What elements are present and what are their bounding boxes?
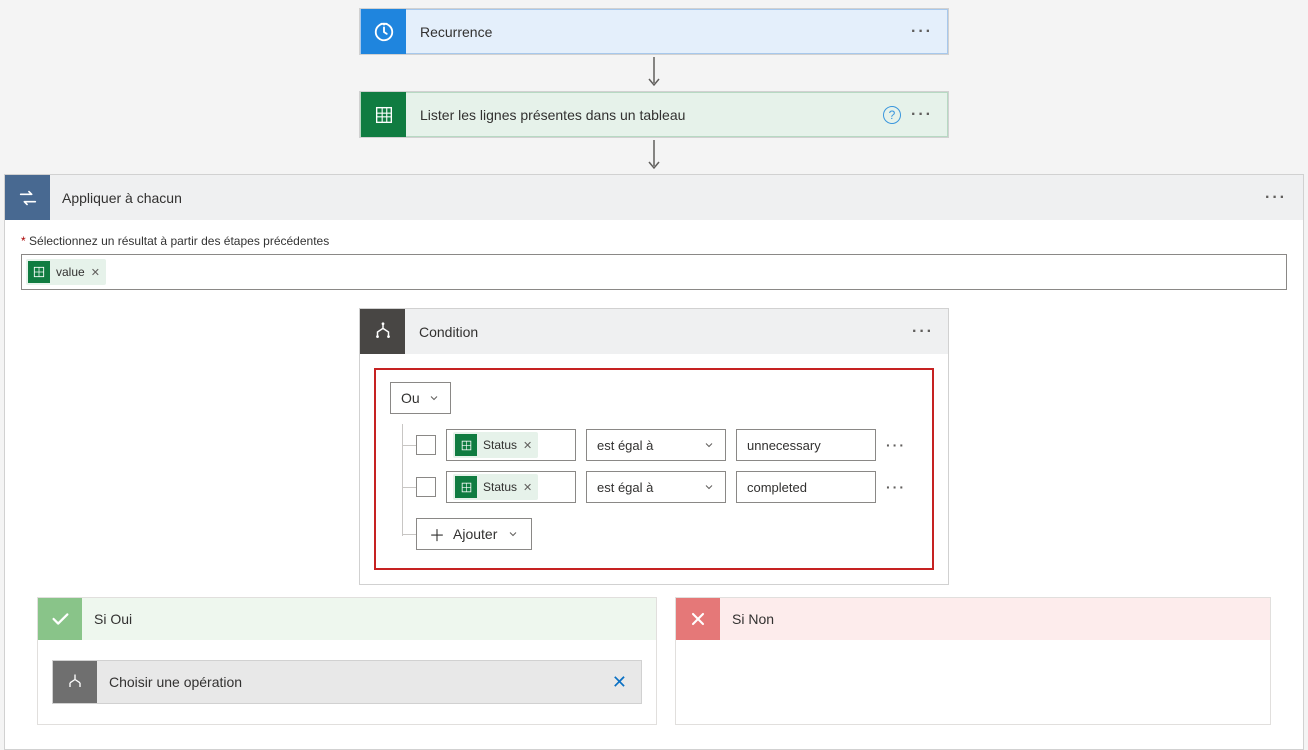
check-icon [38, 598, 82, 640]
token-remove-button[interactable]: ✕ [523, 481, 532, 494]
if-yes-branch: Si Oui Choisir une opération ✕ [37, 597, 657, 725]
excel-icon [455, 476, 477, 498]
if-no-title: Si Non [720, 611, 774, 627]
close-button[interactable]: ✕ [598, 672, 641, 693]
operation-icon [53, 661, 97, 703]
apply-input-field[interactable]: value ✕ [21, 254, 1287, 290]
condition-card: Condition ··· Ou [359, 308, 949, 585]
chevron-down-icon [703, 439, 715, 451]
row-menu-button[interactable]: ··· [886, 437, 906, 453]
recurrence-card[interactable]: Recurrence ··· [359, 8, 949, 55]
condition-field-input[interactable]: Status ✕ [446, 429, 576, 461]
token-label: value [56, 265, 85, 279]
logic-operator-dropdown[interactable]: Ou [390, 382, 451, 414]
recurrence-menu-button[interactable]: ··· [911, 23, 933, 41]
connector-arrow [0, 55, 1308, 91]
clock-icon [361, 9, 406, 54]
row-menu-button[interactable]: ··· [886, 479, 906, 495]
status-token[interactable]: Status ✕ [453, 432, 538, 458]
condition-highlight: Ou [374, 368, 934, 570]
recurrence-title: Recurrence [406, 24, 897, 40]
apply-to-each-container: Appliquer à chacun ··· * Sélectionnez un… [4, 174, 1304, 750]
token-remove-button[interactable]: ✕ [523, 439, 532, 452]
excel-list-title: Lister les lignes présentes dans un tabl… [406, 107, 869, 123]
condition-value-input[interactable]: unnecessary [736, 429, 876, 461]
condition-operator-dropdown[interactable]: est égal à [586, 429, 726, 461]
plus-icon: ＋ [429, 522, 445, 546]
condition-icon [360, 309, 405, 354]
cross-icon [676, 598, 720, 640]
token-remove-button[interactable]: ✕ [91, 266, 100, 279]
condition-menu-button[interactable]: ··· [912, 323, 934, 341]
apply-to-each-header[interactable]: Appliquer à chacun ··· [5, 175, 1303, 220]
condition-field-input[interactable]: Status ✕ [446, 471, 576, 503]
condition-value-input[interactable]: completed [736, 471, 876, 503]
loop-icon [5, 175, 50, 220]
condition-title: Condition [405, 324, 898, 340]
help-icon[interactable]: ? [883, 106, 901, 124]
chevron-down-icon [703, 481, 715, 493]
apply-menu-button[interactable]: ··· [1265, 189, 1287, 207]
excel-icon [455, 434, 477, 456]
condition-row: Status ✕ est égal à unnecessary [390, 424, 918, 466]
if-no-header[interactable]: Si Non [676, 598, 1270, 640]
if-yes-header[interactable]: Si Oui [38, 598, 656, 640]
chevron-down-icon [507, 528, 519, 540]
excel-menu-button[interactable]: ··· [911, 106, 933, 124]
excel-icon [28, 261, 50, 283]
row-checkbox[interactable] [416, 477, 436, 497]
connector-arrow [0, 138, 1308, 174]
apply-to-each-title: Appliquer à chacun [50, 190, 1251, 206]
apply-input-label: * Sélectionnez un résultat à partir des … [21, 234, 1287, 248]
add-condition-button[interactable]: ＋ Ajouter [416, 518, 532, 550]
if-yes-title: Si Oui [82, 611, 132, 627]
row-checkbox[interactable] [416, 435, 436, 455]
choose-operation-card[interactable]: Choisir une opération ✕ [52, 660, 642, 704]
value-token[interactable]: value ✕ [26, 259, 106, 285]
condition-operator-dropdown[interactable]: est égal à [586, 471, 726, 503]
excel-icon [361, 92, 406, 137]
excel-list-rows-card[interactable]: Lister les lignes présentes dans un tabl… [359, 91, 949, 138]
condition-row: Status ✕ est égal à completed [390, 466, 918, 508]
choose-operation-title: Choisir une opération [97, 674, 598, 690]
if-no-branch: Si Non [675, 597, 1271, 725]
condition-header[interactable]: Condition ··· [360, 309, 948, 354]
status-token[interactable]: Status ✕ [453, 474, 538, 500]
chevron-down-icon [428, 392, 440, 404]
